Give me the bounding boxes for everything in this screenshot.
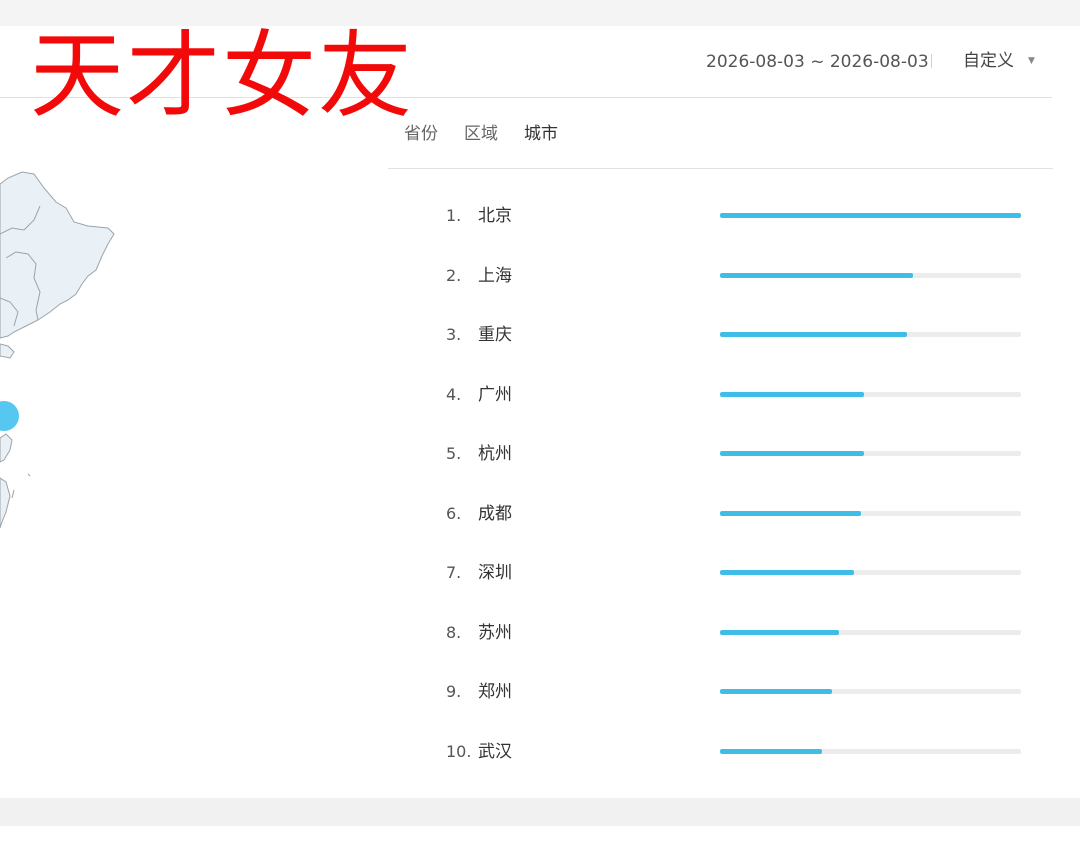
share-bar-track (720, 272, 1021, 278)
share-bar-fill (720, 570, 854, 575)
header-separator (931, 54, 932, 68)
share-bar-fill (720, 213, 1021, 218)
rank-row[interactable]: 5. 杭州 (446, 440, 1026, 470)
rank-number: 1. (446, 206, 462, 225)
rank-row[interactable]: 8. 苏州 (446, 619, 1026, 649)
share-bar-track (720, 213, 1021, 218)
share-bar-fill (720, 629, 840, 635)
rank-city-name: 郑州 (478, 682, 512, 702)
share-bar-track (720, 689, 1021, 694)
rank-city-name: 广州 (478, 384, 512, 405)
rank-city-name: 深圳 (478, 563, 512, 583)
share-bar-track (720, 510, 1021, 516)
map-region-east-coast[interactable] (0, 433, 13, 463)
tab-region[interactable]: 区域 (464, 120, 498, 148)
tabs-divider (388, 168, 1053, 169)
rank-city-name: 上海 (478, 265, 512, 286)
rank-row[interactable]: 4. 广州 (446, 381, 1026, 411)
rank-city-name: 成都 (478, 503, 512, 524)
rank-number: 10. (446, 741, 472, 761)
rank-row[interactable]: 6. 成都 (446, 500, 1026, 530)
share-bar-track (720, 748, 1021, 754)
share-bar-track (720, 629, 1021, 635)
rank-number: 2. (446, 265, 462, 285)
map-region-north-coast[interactable] (0, 343, 15, 359)
rank-row[interactable]: 10. 武汉 (446, 738, 1026, 768)
map-island-2 (27, 473, 31, 477)
share-bar-fill (720, 510, 861, 516)
share-bar-track (720, 451, 1021, 456)
share-bar-fill (720, 689, 832, 694)
map-region-southeast[interactable] (0, 477, 11, 529)
rank-city-name: 重庆 (478, 325, 512, 345)
rank-row[interactable]: 3. 重庆 (446, 321, 1026, 351)
share-bar-fill (720, 332, 907, 337)
share-bar-track (720, 570, 1021, 575)
map-svg (0, 171, 115, 529)
tab-city[interactable]: 城市 (524, 120, 558, 148)
rank-city-name: 北京 (478, 206, 512, 226)
rank-row[interactable]: 1. 北京 (446, 202, 1026, 232)
rank-row[interactable]: 2. 上海 (446, 262, 1026, 292)
range-mode-select[interactable]: 自定义 ▼ (963, 49, 1035, 73)
share-bar-fill (720, 748, 822, 754)
rank-city-name: 苏州 (478, 622, 512, 643)
rank-number: 5. (446, 444, 462, 463)
range-mode-label: 自定义 (963, 51, 1014, 71)
bottom-edge (0, 826, 1080, 845)
share-bar-fill (720, 451, 864, 456)
tab-province[interactable]: 省份 (404, 120, 438, 148)
rank-city-name: 武汉 (478, 741, 512, 762)
bottom-bar (0, 798, 1080, 826)
china-map[interactable] (0, 98, 140, 558)
share-bar-track (720, 332, 1021, 337)
date-range-picker[interactable]: 2026-08-03 ~ 2026-08-03 (706, 50, 929, 74)
rank-number: 4. (446, 384, 462, 404)
rank-city-name: 杭州 (478, 444, 512, 464)
rank-number: 9. (446, 682, 462, 701)
map-region-northeast[interactable] (0, 171, 115, 339)
rank-number: 6. (446, 503, 462, 523)
map-island-1 (11, 489, 15, 499)
rank-number: 3. (446, 325, 462, 344)
caret-down-icon: ▼ (1028, 56, 1035, 66)
share-bar-track (720, 391, 1021, 397)
rank-number: 8. (446, 622, 462, 642)
map-city-marker[interactable] (0, 401, 19, 431)
share-bar-fill (720, 391, 865, 397)
rank-row[interactable]: 7. 深圳 (446, 559, 1026, 589)
rank-number: 7. (446, 563, 462, 582)
region-tabs: 省份 区域 城市 (404, 120, 584, 150)
rank-row[interactable]: 9. 郑州 (446, 678, 1026, 708)
share-bar-fill (720, 272, 913, 278)
